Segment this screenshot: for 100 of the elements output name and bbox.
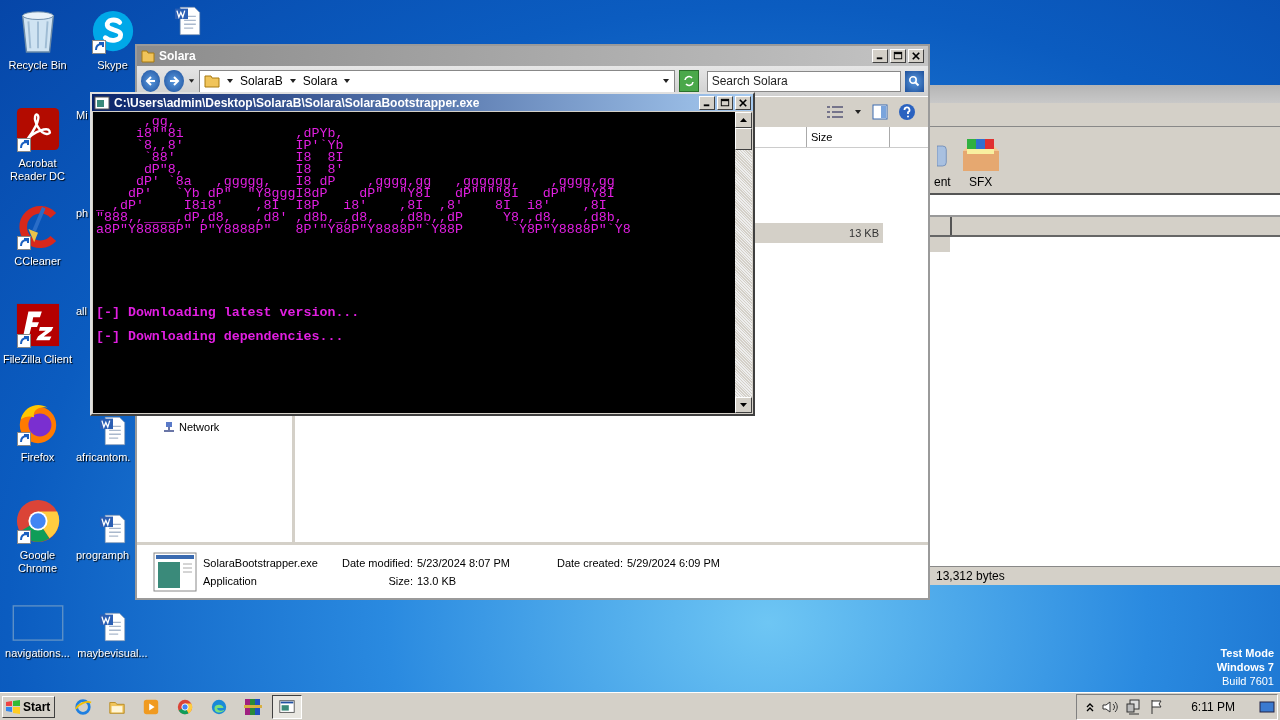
console-line: [-] Downloading dependencies...: [96, 331, 345, 343]
ascii-banner-line: `88' I8 8I: [143, 152, 345, 164]
maximize-button[interactable]: [717, 95, 733, 110]
caret-icon[interactable]: [288, 77, 297, 85]
console-icon: [94, 95, 110, 110]
document-icon[interactable]: [97, 612, 128, 642]
address-dropdown-icon[interactable]: [662, 77, 670, 85]
help-icon[interactable]: [898, 103, 916, 121]
window-title: Solara: [159, 49, 196, 63]
shortcut-arrow-icon: [16, 236, 31, 250]
icon-label[interactable]: Recycle Bin: [8, 59, 67, 72]
field-value: 13.0 KB: [417, 574, 458, 587]
clock[interactable]: 6:11 PM: [1191, 699, 1235, 714]
preview-pane-icon[interactable]: [872, 104, 888, 120]
shortcut-arrow-icon: [16, 334, 31, 348]
pdf-reader-icon[interactable]: [14, 106, 61, 152]
left-arrow-icon: [144, 75, 157, 87]
icon-label[interactable]: Skype: [97, 59, 128, 72]
history-dropdown-icon[interactable]: [187, 77, 195, 85]
view-dropdown-icon[interactable]: [854, 108, 862, 116]
document-icon[interactable]: [172, 6, 203, 36]
console-line: [-] Downloading latest version...: [96, 307, 361, 319]
ascii-banner-line: dP' `Yb dP" "Y8gggI8dP dP" "Y8I dP""""8I dP" "Y8I: [127, 188, 616, 200]
icon-label[interactable]: FileZilla Client: [2, 353, 73, 366]
forward-button[interactable]: [164, 70, 184, 92]
ascii-banner-line: dP"8, I8 8': [143, 164, 345, 176]
chrome-icon: [176, 697, 195, 716]
refresh-button[interactable]: [679, 70, 699, 92]
ascii-banner-line: _ ,dP' I8i8' ,8I I8P i8' ,8I ,8' 8I i8' ,8I: [96, 200, 607, 212]
ascii-banner-line: dP' `8a ,ggggg, I8 dP ,gggg,gg ,gggggg, ,gggg,gg: [135, 176, 616, 188]
scroll-down-button[interactable]: [735, 397, 752, 413]
icon-label[interactable]: navigations...: [5, 647, 70, 660]
show-desktop-icon[interactable]: [1259, 699, 1275, 714]
edge-icon: [210, 697, 229, 716]
folder-icon: [204, 73, 220, 89]
icon-label[interactable]: Acrobat Reader DC: [0, 157, 75, 183]
right-arrow-icon: [168, 75, 181, 87]
toolbar-label[interactable]: SFX: [969, 175, 993, 189]
os-notice-text: Windows 7: [1216, 660, 1274, 674]
search-icon: [908, 75, 921, 87]
shortcut-arrow-icon: [16, 432, 31, 446]
close-button[interactable]: [908, 49, 924, 63]
icon-label[interactable]: africantom.: [75, 451, 131, 464]
file-name: SolaraBootstrapper.exe: [203, 556, 319, 569]
document-icon[interactable]: [97, 514, 128, 544]
caret-icon[interactable]: [226, 77, 234, 85]
taskbar-button[interactable]: [272, 694, 303, 719]
start-button[interactable]: Start: [2, 695, 56, 718]
application-icon: [153, 551, 197, 592]
windows-logo-icon: [5, 698, 21, 715]
speaker-icon[interactable]: [1101, 698, 1120, 715]
archive-icon: [243, 696, 264, 717]
field-value: 5/29/2024 6:09 PM: [627, 556, 721, 569]
ascii-banner-line: a8P"Y88888P" P"Y8888P" 8P'"Y88P"Y8888P"`Y88P `Y8P"Y8888P"`Y8: [96, 224, 632, 236]
window-title: C:\Users\admin\Desktop\SolaraB\Solara\SolaraBootstrapper.exe: [114, 95, 480, 110]
scrollbar[interactable]: [735, 112, 752, 413]
scroll-thumb[interactable]: [735, 128, 752, 150]
media-player-icon: [142, 697, 161, 716]
minimize-button[interactable]: [872, 49, 888, 63]
icon-label[interactable]: all: [75, 305, 87, 318]
os-notice-text: Build 7601: [1221, 674, 1274, 688]
shortcut-arrow-icon: [91, 40, 106, 54]
archive-box-icon[interactable]: [960, 137, 1001, 173]
chrome-icon[interactable]: [14, 498, 61, 544]
os-notice-text: Test Mode: [1219, 646, 1274, 660]
breadcrumb-item[interactable]: SolaraB: [240, 74, 283, 88]
search-field[interactable]: Search Solara: [706, 70, 901, 92]
ascii-banner-line: `8,,8' IP'`Yb: [134, 140, 345, 152]
icon-label[interactable]: Firefox: [20, 451, 55, 464]
close-button[interactable]: [735, 95, 751, 110]
status-text: 13,312 bytes: [936, 569, 1005, 583]
document-icon[interactable]: [97, 416, 128, 446]
breadcrumb-item[interactable]: Solara: [302, 74, 338, 88]
maximize-button[interactable]: [890, 49, 906, 63]
icon-label[interactable]: Mi: [75, 109, 88, 122]
network-icon: [163, 421, 175, 433]
file-type: Application: [203, 574, 258, 587]
search-button[interactable]: [904, 70, 924, 92]
ftp-app-icon[interactable]: [14, 302, 61, 348]
caret-icon[interactable]: [343, 77, 352, 85]
minimize-button[interactable]: [699, 95, 715, 110]
field-label: Date created:: [555, 556, 623, 569]
back-button[interactable]: [141, 70, 161, 92]
size-cell: 13 KB: [849, 227, 879, 239]
field-value: 5/23/2024 8:07 PM: [417, 556, 511, 569]
icon-label[interactable]: ph: [75, 207, 89, 220]
file-row[interactable]: 13 KB: [753, 223, 883, 243]
nav-item[interactable]: Network: [137, 420, 226, 434]
icon-label[interactable]: Google Chrome: [0, 549, 75, 575]
ascii-banner-line: ,gg,: [143, 116, 176, 128]
icon-label[interactable]: CCleaner: [14, 255, 61, 268]
toolbar-label[interactable]: ent: [934, 175, 951, 189]
icon-label[interactable]: programph: [75, 549, 130, 562]
address-bar[interactable]: SolaraB Solara: [199, 69, 675, 93]
icon-label[interactable]: maybevisual...: [77, 647, 148, 660]
scroll-up-button[interactable]: [735, 112, 752, 128]
shortcut-arrow-icon: [16, 530, 31, 544]
browser-icon: [74, 697, 93, 716]
view-options-icon[interactable]: [826, 105, 844, 119]
column-header[interactable]: Size: [806, 127, 889, 147]
